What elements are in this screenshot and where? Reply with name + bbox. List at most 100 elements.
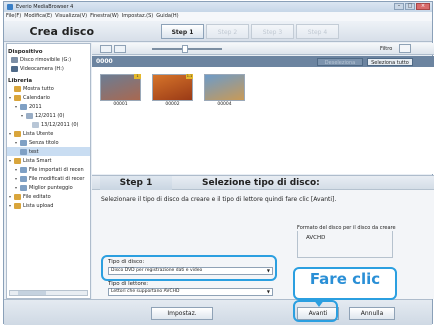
page-title: Crea disco xyxy=(29,25,94,38)
format-value: AVCHD xyxy=(306,235,326,241)
drive-icon xyxy=(11,56,18,63)
menu-help[interactable]: Guida(H) xyxy=(156,12,178,21)
menu-edit[interactable]: Modifica(E) xyxy=(24,12,52,21)
sidebar-item-label: 2011 xyxy=(29,103,42,110)
media-thumbnail[interactable]: 1 00001 xyxy=(100,74,141,107)
item-count: 0000 xyxy=(96,58,113,65)
folder-icon xyxy=(14,94,21,101)
bottom-bar: Impostaz. Avanti Annulla xyxy=(4,299,432,325)
sidebar-item-label: Disco rimovibile (G:) xyxy=(20,56,72,63)
sidebar-item-library-12[interactable]: ▾ File editato xyxy=(7,192,90,201)
thumbnail-number: 00002 xyxy=(165,102,180,107)
folder-icon xyxy=(14,157,21,164)
list-view-icon[interactable] xyxy=(114,45,126,53)
sidebar-item-label: File editato xyxy=(23,193,51,200)
sidebar-item-label: 12/2011 (0) xyxy=(35,112,65,119)
sidebar-item-label: Lista Utente xyxy=(23,130,54,137)
folder-icon xyxy=(20,148,27,155)
view-toolbar: Filtro xyxy=(92,43,434,55)
media-thumbnail[interactable]: 1.1 00002 xyxy=(152,74,193,107)
sidebar-item-library-11[interactable]: ▾ Miglior punteggio xyxy=(7,183,90,192)
format-label: Formato del disco per il disco da creare xyxy=(297,225,397,231)
media-thumbnail[interactable]: 00004 xyxy=(204,74,245,107)
folder-icon xyxy=(14,193,21,200)
folder-icon xyxy=(20,184,27,191)
sidebar-scrollbar[interactable] xyxy=(9,290,88,296)
panel-header: Step 1 Selezione tipo di disco: xyxy=(92,176,434,190)
sidebar-item-label: Mostra tutto xyxy=(23,85,54,92)
sidebar-item-library-3[interactable]: ▾ 12/2011 (0) xyxy=(7,111,90,120)
sidebar-item-label: File importati di recen xyxy=(29,166,84,173)
select-all-button[interactable]: Seleziona tutto xyxy=(367,58,413,66)
library-tree: Mostra tutto ▾ Calendario ▾ 2011 ▾ 12/2011 (0)… xyxy=(7,84,90,210)
zoom-slider-handle[interactable] xyxy=(182,45,188,53)
sidebar-item-label: Senza titolo xyxy=(29,139,59,146)
sidebar-item-label: Lista Smart xyxy=(23,157,52,164)
window-controls: – □ × xyxy=(394,3,430,10)
menu-window[interactable]: Finestra(W) xyxy=(90,12,119,21)
menu-settings[interactable]: Impostaz.(S) xyxy=(122,12,154,21)
next-button-highlight xyxy=(293,300,338,322)
instruction-text: Selezionare il tipo di disco da creare e… xyxy=(101,196,337,203)
folder-icon xyxy=(20,166,27,173)
sidebar-item-camcorder[interactable]: Videocamera (H:) xyxy=(7,64,90,73)
folder-icon xyxy=(20,139,27,146)
player-type-value: Lettori che supportano AVCHD xyxy=(111,289,180,294)
window-title: Everio MediaBrowser 4 xyxy=(16,4,74,10)
sidebar-item-library-5[interactable]: ▾ Lista Utente xyxy=(7,129,90,138)
title-bar: Everio MediaBrowser 4 – □ × xyxy=(4,2,432,12)
sidebar-item-library-8[interactable]: ▾ Lista Smart xyxy=(7,156,90,165)
sidebar-item-library-1[interactable]: ▾ Calendario xyxy=(7,93,90,102)
folder-icon xyxy=(20,103,27,110)
scrollbar-thumb[interactable] xyxy=(18,291,46,295)
minimize-button[interactable]: – xyxy=(394,3,404,10)
tab-step-4: Step 4 xyxy=(296,24,339,39)
sidebar-item-library-13[interactable]: ▾ Lista upload xyxy=(7,201,90,210)
sidebar-item-library-4[interactable]: 13/12/2011 (0) xyxy=(7,120,90,129)
sidebar-item-library-7[interactable]: test xyxy=(7,147,90,156)
close-button[interactable]: × xyxy=(416,3,430,10)
sidebar: Dispositivo Disco rimovibile (G:) Videoc… xyxy=(6,43,91,299)
menu-file[interactable]: File(F) xyxy=(6,12,21,21)
sidebar-item-label: Calendario xyxy=(23,94,50,101)
sidebar-item-library-9[interactable]: ▾ File importati di recen xyxy=(7,165,90,174)
disc-type-highlight xyxy=(101,255,277,281)
chevron-down-icon: ▼ xyxy=(266,289,270,294)
sidebar-item-library-0[interactable]: Mostra tutto xyxy=(7,84,90,93)
maximize-button[interactable]: □ xyxy=(405,3,415,10)
player-type-select[interactable]: Lettori che supportano AVCHD ▼ xyxy=(108,288,273,296)
folder-icon xyxy=(14,85,21,92)
thumbnail-image xyxy=(204,74,245,101)
thumbnail-number: 00004 xyxy=(217,102,232,107)
folder-icon xyxy=(14,130,21,137)
menu-bar: File(F) Modifica(E) Visualizza(V) Finest… xyxy=(4,12,432,21)
sidebar-item-label: test xyxy=(29,148,39,155)
panel-heading: Selezione tipo di disco: xyxy=(202,178,320,188)
sidebar-item-library-6[interactable]: ▾ Senza titolo xyxy=(7,138,90,147)
sidebar-item-label: Miglior punteggio xyxy=(29,184,73,191)
filter-dropdown[interactable] xyxy=(399,44,411,53)
player-type-label: Tipo di lettore: xyxy=(108,281,149,287)
sidebar-item-label: Videocamera (H:) xyxy=(20,65,64,72)
deselect-button[interactable]: Deseleziona xyxy=(317,58,363,66)
tab-step-2: Step 2 xyxy=(206,24,249,39)
menu-view[interactable]: Visualizza(V) xyxy=(55,12,87,21)
wizard-header: Crea disco Step 1 Step 2 Step 3 Step 4 xyxy=(4,21,432,42)
thumbnail-number: 00001 xyxy=(113,102,128,107)
folder-icon xyxy=(14,202,21,209)
camcorder-icon xyxy=(11,65,18,72)
settings-button[interactable]: Impostaz. xyxy=(151,307,213,320)
tab-step-3: Step 3 xyxy=(251,24,294,39)
sidebar-item-library-2[interactable]: ▾ 2011 xyxy=(7,102,90,111)
folder-icon xyxy=(26,112,33,119)
callout-text: Fare clic xyxy=(309,270,381,288)
sidebar-item-library-10[interactable]: ▾ File modificati di recer xyxy=(7,174,90,183)
grid-view-icon[interactable] xyxy=(100,45,112,53)
rating-badge: 1 xyxy=(134,74,141,79)
panel-step-label: Step 1 xyxy=(100,176,172,190)
sidebar-item-label: Lista upload xyxy=(23,202,54,209)
sidebar-item-removable-disk[interactable]: Disco rimovibile (G:) xyxy=(7,55,90,64)
filter-label: Filtro xyxy=(380,46,393,52)
folder-icon xyxy=(32,121,39,128)
cancel-button[interactable]: Annulla xyxy=(349,307,395,320)
